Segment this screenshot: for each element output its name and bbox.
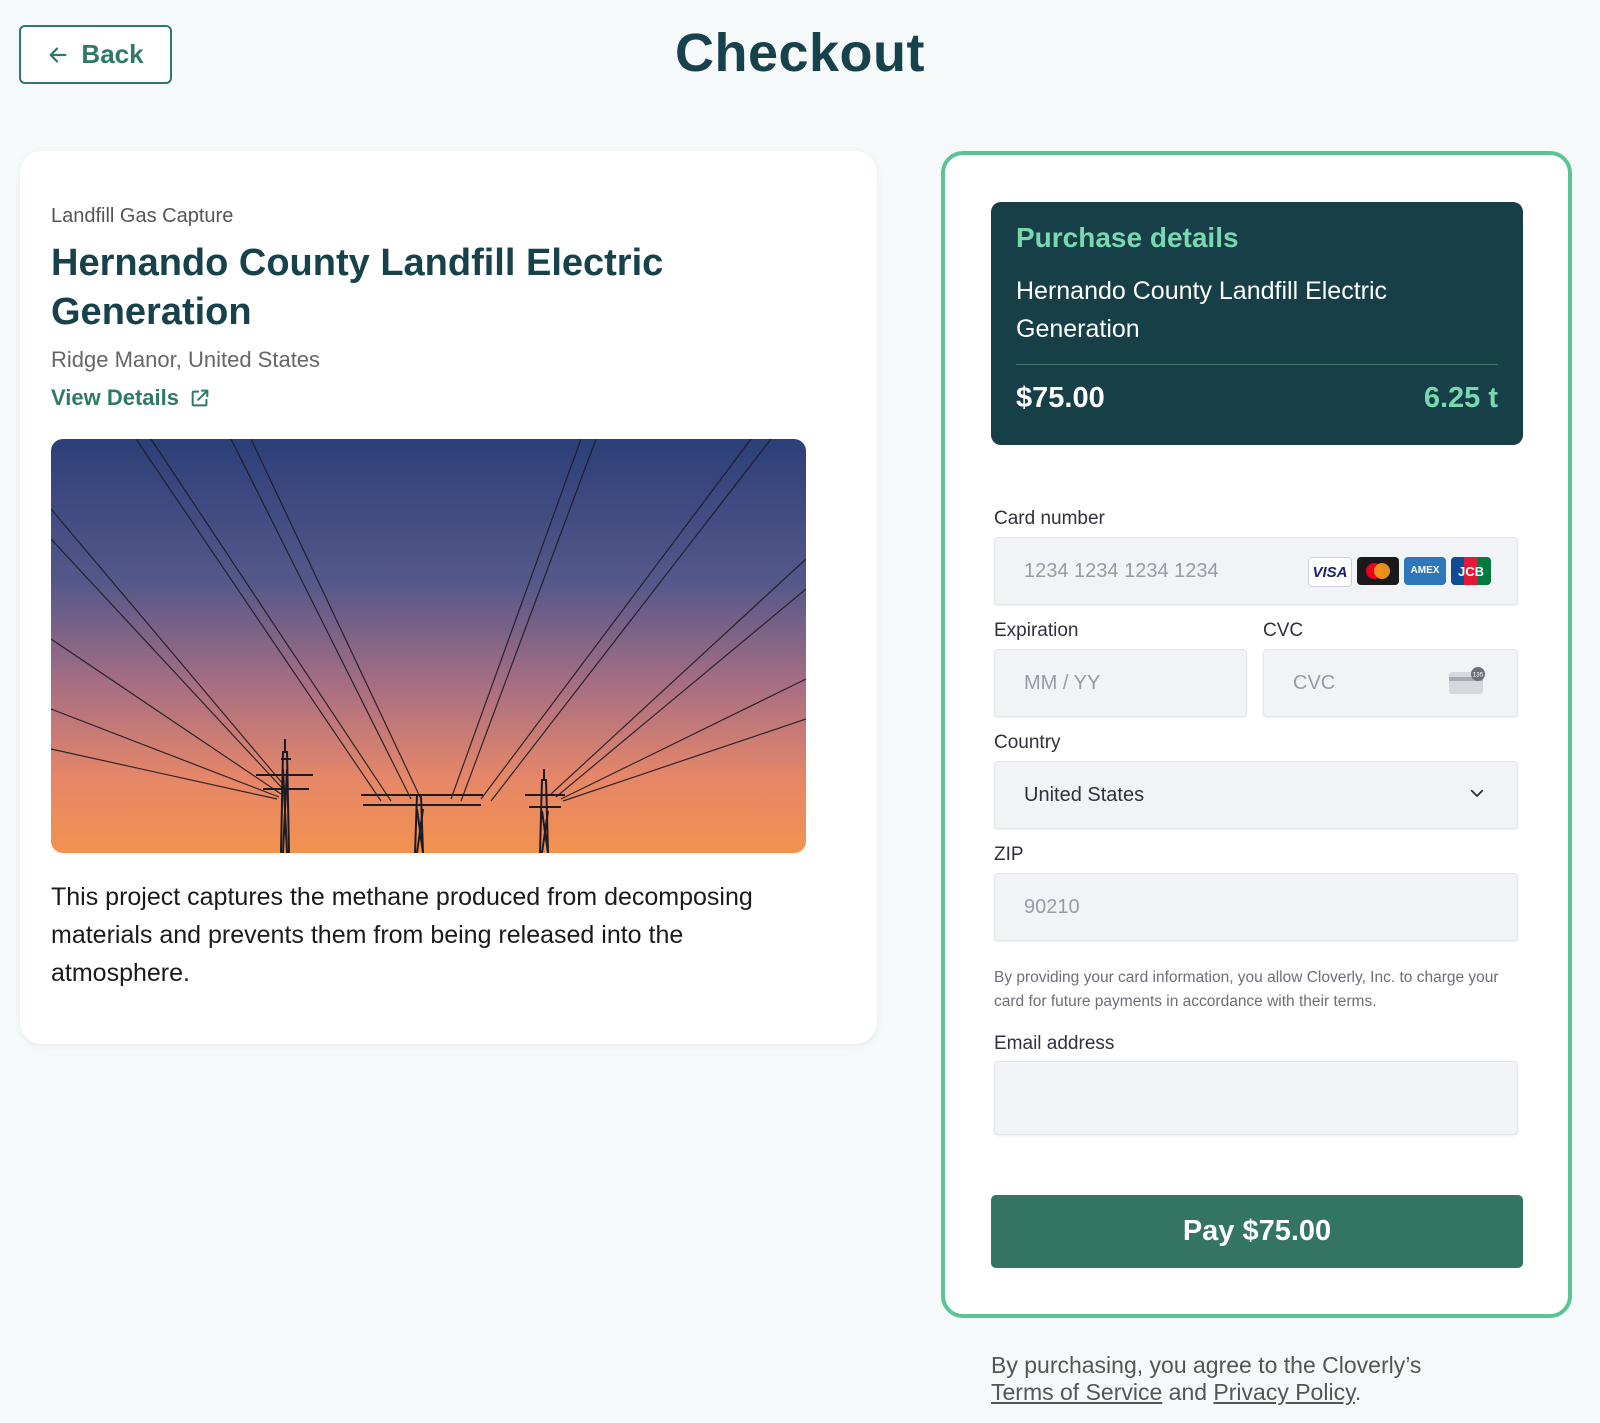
mastercard-icon [1357, 557, 1399, 585]
card-brand-logos: VISA AMEX JCB [1308, 557, 1491, 587]
cvc-icon-text: 135 [1473, 672, 1484, 679]
card-number-label: Card number [994, 508, 1105, 529]
purchase-details-box: Purchase details Hernando County Landfil… [991, 202, 1523, 445]
project-title: Hernando County Landfill Electric Genera… [51, 242, 664, 333]
external-link-icon [191, 389, 209, 407]
pay-button[interactable]: Pay $75.00 [991, 1195, 1523, 1268]
project-description: This project captures the methane produc… [51, 883, 753, 987]
email-label: Email address [994, 1033, 1115, 1054]
expiration-label: Expiration [994, 620, 1079, 641]
terms-suffix: . [1354, 1379, 1362, 1405]
view-details-link[interactable]: View Details [51, 385, 211, 411]
zip-input[interactable] [994, 873, 1518, 941]
card-consent-text: By providing your card information, you … [994, 969, 1499, 1010]
country-label: Country [994, 732, 1061, 753]
power-lines-sunset-image [51, 439, 806, 853]
zip-label: ZIP [994, 844, 1024, 865]
view-details-label: View Details [51, 385, 179, 410]
purchase-heading: Purchase details [1016, 222, 1239, 253]
terms-notice: By purchasing, you agree to the Cloverly… [991, 1352, 1551, 1406]
page-title: Checkout [674, 23, 926, 83]
project-category: Landfill Gas Capture [51, 205, 234, 227]
email-input[interactable] [994, 1061, 1518, 1135]
terms-prefix: By purchasing, you agree to the Cloverly… [991, 1352, 1422, 1378]
terms-of-service-link[interactable]: Terms of Service [991, 1379, 1162, 1405]
purchase-tons: 6.25 t [1423, 382, 1498, 414]
project-location: Ridge Manor, United States [51, 347, 321, 372]
chevron-down-icon[interactable] [1468, 784, 1486, 802]
country-select[interactable]: United States [994, 761, 1518, 829]
jcb-icon: JCB [1451, 557, 1491, 585]
privacy-policy-link[interactable]: Privacy Policy [1213, 1379, 1354, 1405]
purchase-divider [1016, 364, 1498, 365]
cvc-label: CVC [1263, 620, 1304, 641]
amex-icon: AMEX [1404, 557, 1446, 585]
power-lines-illustration [51, 439, 806, 853]
terms-and: and [1168, 1379, 1208, 1405]
expiration-input[interactable] [994, 649, 1247, 717]
cvc-card-icon: 135 [1449, 667, 1485, 694]
country-value: United States [1024, 783, 1145, 806]
purchase-price: $75.00 [1016, 382, 1105, 414]
purchase-project-name: Hernando County Landfill Electric Genera… [1016, 277, 1388, 343]
visa-icon: VISA [1308, 557, 1352, 587]
